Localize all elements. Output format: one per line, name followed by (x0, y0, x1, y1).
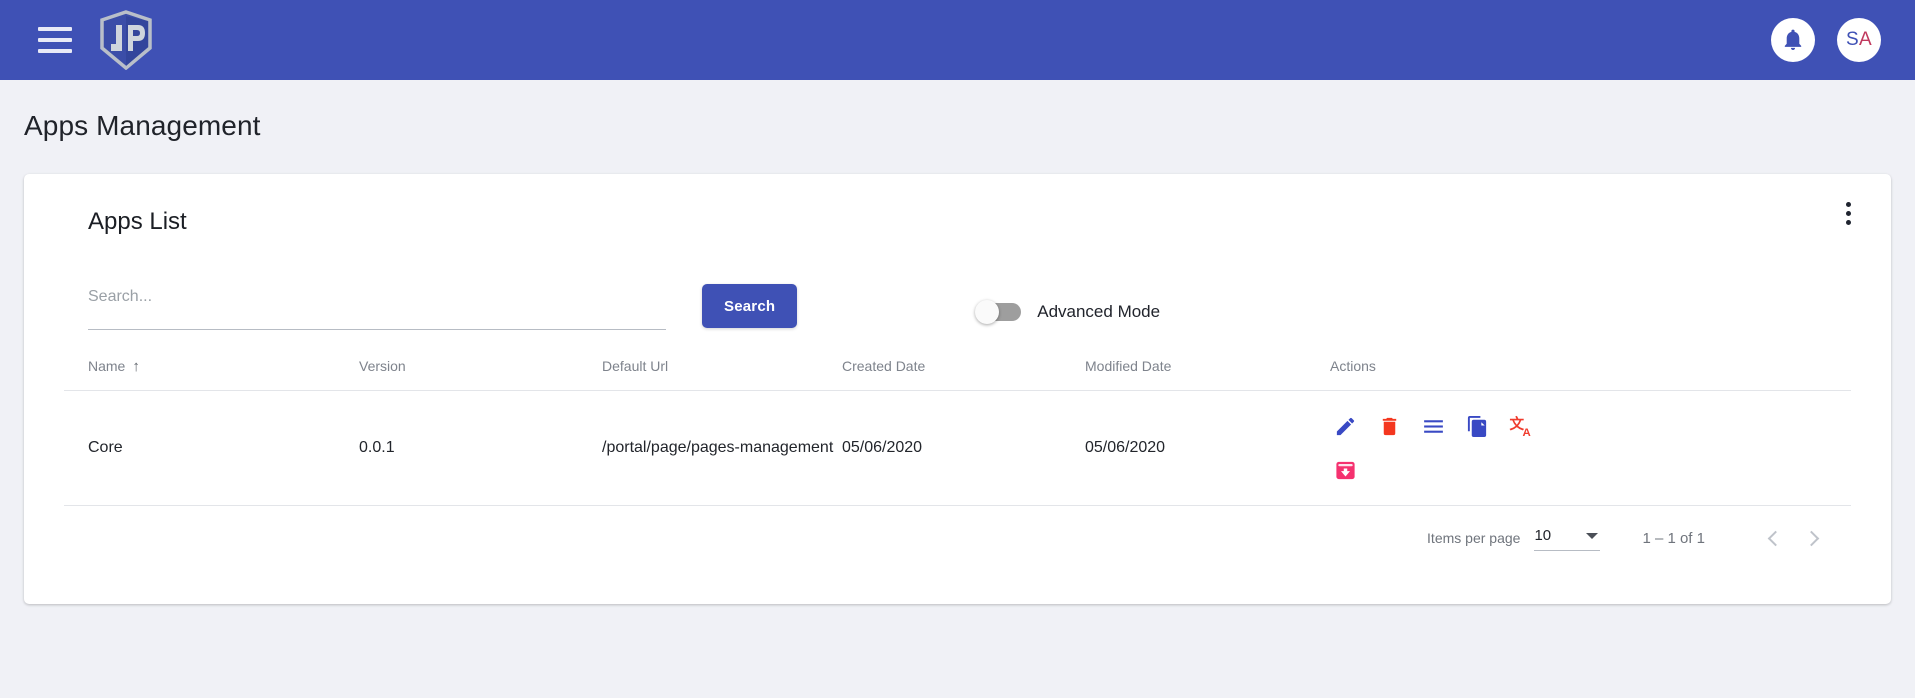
items-per-page-value: 10 (1534, 527, 1552, 544)
apps-list-card: Apps List Search Advanced Mode Name ↑ (24, 174, 1891, 604)
list-button[interactable] (1418, 411, 1448, 441)
search-field (88, 288, 666, 330)
items-per-page-label: Items per page (1427, 530, 1521, 546)
search-button[interactable]: Search (702, 284, 798, 328)
archive-download-icon (1335, 461, 1355, 479)
user-avatar[interactable]: SA (1837, 18, 1881, 62)
next-page-button[interactable] (1793, 518, 1833, 558)
app-logo-icon[interactable] (100, 10, 152, 70)
column-header-actions-label: Actions (1330, 358, 1376, 374)
row-actions: 文 A (1330, 411, 1550, 485)
svg-text:A: A (1522, 426, 1530, 438)
kebab-dot (1845, 219, 1851, 225)
column-header-version[interactable]: Version (359, 358, 602, 391)
search-underline (88, 329, 666, 330)
table-header-row: Name ↑ Version Default Url Created Date M… (64, 358, 1851, 391)
column-header-modified-date-label: Modified Date (1085, 358, 1172, 374)
translate-button[interactable]: 文 A (1506, 411, 1536, 441)
hamburger-bar (38, 27, 72, 31)
copy-button[interactable] (1462, 411, 1492, 441)
chevron-down-icon (1586, 532, 1599, 539)
copy-icon (1467, 415, 1486, 437)
hamburger-menu-icon[interactable] (38, 27, 72, 53)
avatar-initial-second: A (1859, 29, 1872, 50)
notifications-button[interactable] (1771, 18, 1815, 62)
cell-modified-date: 05/06/2020 (1085, 390, 1330, 506)
kebab-dot (1845, 201, 1851, 207)
column-header-name-label: Name (88, 358, 126, 374)
advanced-mode-toggle[interactable]: Advanced Mode (975, 300, 1161, 324)
kebab-dot (1845, 210, 1851, 216)
paginator: Items per page 10 1 – 1 of 1 (64, 506, 1851, 570)
advanced-mode-label: Advanced Mode (1037, 302, 1161, 321)
toggle-track (975, 300, 1022, 324)
column-header-name[interactable]: Name ↑ (64, 358, 359, 391)
cell-name: Core (64, 390, 359, 506)
table-row[interactable]: Core 0.0.1 /portal/page/pages-management… (64, 390, 1851, 506)
search-input[interactable] (88, 288, 666, 314)
column-header-created-date[interactable]: Created Date (842, 358, 1085, 391)
edit-icon (1336, 417, 1354, 435)
cell-actions: 文 A (1330, 390, 1851, 506)
page-title: Apps Management (24, 110, 261, 141)
delete-icon (1382, 417, 1396, 435)
app-header-actions: SA (1771, 18, 1891, 62)
column-header-default-url-label: Default Url (602, 358, 669, 374)
list-icon (1423, 419, 1443, 433)
sort-ascending-icon: ↑ (132, 358, 140, 375)
cell-version: 0.0.1 (359, 390, 602, 506)
chevron-left-icon (1767, 530, 1783, 546)
filter-toolbar: Search Advanced Mode (88, 274, 1851, 330)
archive-download-button[interactable] (1330, 455, 1360, 485)
table-head: Name ↑ Version Default Url Created Date M… (64, 358, 1851, 391)
pagination-range-label: 1 – 1 of 1 (1642, 529, 1705, 547)
previous-page-button[interactable] (1753, 518, 1793, 558)
toggle-knob (975, 300, 1000, 324)
apps-table: Name ↑ Version Default Url Created Date M… (64, 358, 1851, 506)
avatar-initial-first: S (1846, 29, 1859, 50)
translate-icon: 文 A (1509, 415, 1530, 439)
table-body: Core 0.0.1 /portal/page/pages-management… (64, 390, 1851, 506)
hamburger-bar (38, 49, 72, 53)
kebab-menu-icon[interactable] (1833, 198, 1863, 228)
items-per-page-select[interactable]: 10 (1534, 525, 1601, 551)
hamburger-bar (38, 38, 72, 42)
column-header-version-label: Version (359, 358, 406, 374)
column-header-modified-date[interactable]: Modified Date (1085, 358, 1330, 391)
bell-icon (1784, 29, 1802, 50)
column-header-default-url[interactable]: Default Url (602, 358, 842, 391)
cell-default-url: /portal/page/pages-management (602, 390, 842, 506)
cell-created-date: 05/06/2020 (842, 390, 1085, 506)
app-header: SA (0, 0, 1915, 80)
delete-button[interactable] (1374, 411, 1404, 441)
column-header-created-date-label: Created Date (842, 358, 926, 374)
card-title: Apps List (88, 208, 187, 235)
column-header-actions: Actions (1330, 358, 1851, 391)
chevron-right-icon (1803, 530, 1819, 546)
edit-button[interactable] (1330, 411, 1360, 441)
